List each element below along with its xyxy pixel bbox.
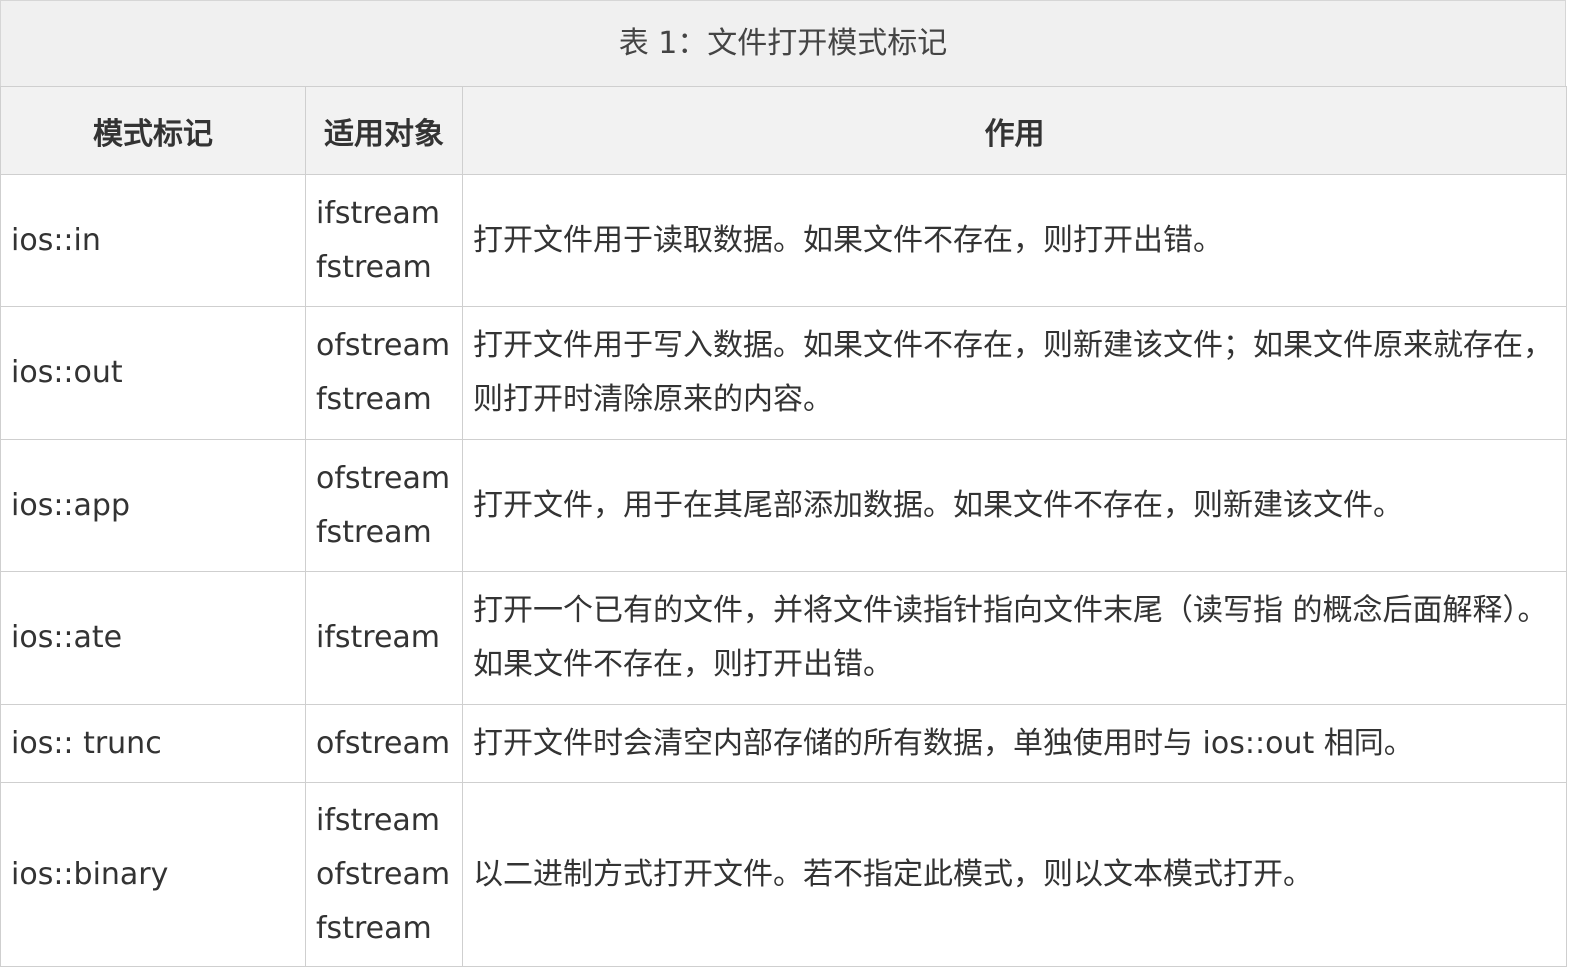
mode-cell: ios::app — [0, 439, 306, 572]
table-row: ios::in ifstream fstream 打开文件用于读取数据。如果文件… — [0, 174, 1567, 307]
table-row: ios::app ofstream fstream 打开文件，用于在其尾部添加数… — [0, 439, 1567, 572]
target-cell: ofstream fstream — [305, 439, 463, 572]
table-header-row: 模式标记 适用对象 作用 — [0, 86, 1567, 175]
header-effect: 作用 — [462, 86, 1567, 175]
target-item: ofstream — [316, 328, 451, 363]
mode-cell: ios::in — [0, 174, 306, 307]
file-open-mode-table: 模式标记 适用对象 作用 ios::in ifstream fstream 打开… — [0, 86, 1567, 967]
table-row: ios::ate ifstream 打开一个已有的文件，并将文件读指针指向文件末… — [0, 571, 1567, 705]
file-open-mode-table-container: 表 1：文件打开模式标记 模式标记 适用对象 作用 ios::in ifstre… — [0, 0, 1567, 967]
mode-cell: ios::out — [0, 306, 306, 440]
table-row: ios:: trunc ofstream 打开文件时会清空内部存储的所有数据，单… — [0, 704, 1567, 783]
target-cell: ifstream — [305, 571, 463, 705]
effect-cell: 以二进制方式打开文件。若不指定此模式，则以文本模式打开。 — [462, 782, 1567, 967]
effect-cell: 打开文件时会清空内部存储的所有数据，单独使用时与 ios::out 相同。 — [462, 704, 1567, 783]
target-cell: ofstream fstream — [305, 306, 463, 440]
effect-cell: 打开一个已有的文件，并将文件读指针指向文件末尾（读写指 的概念后面解释）。如果文… — [462, 571, 1567, 705]
target-item: fstream — [316, 910, 432, 946]
mode-cell: ios::ate — [0, 571, 306, 705]
target-item: ifstream — [316, 195, 441, 231]
target-item: fstream — [316, 514, 432, 550]
effect-cell: 打开文件，用于在其尾部添加数据。如果文件不存在，则新建该文件。 — [462, 439, 1567, 572]
target-item: ofstream — [316, 460, 451, 496]
target-item: ifstream — [316, 620, 441, 655]
header-mode: 模式标记 — [0, 86, 306, 175]
target-item: fstream — [316, 382, 432, 417]
target-item: ifstream — [316, 802, 441, 838]
header-target: 适用对象 — [305, 86, 463, 175]
target-cell: ifstream ofstream fstream — [305, 782, 463, 967]
target-item: ofstream — [316, 725, 451, 761]
target-item: ofstream — [316, 856, 451, 892]
target-cell: ofstream — [305, 704, 463, 783]
effect-cell: 打开文件用于读取数据。如果文件不存在，则打开出错。 — [462, 174, 1567, 307]
mode-cell: ios:: trunc — [0, 704, 306, 783]
table-row: ios::out ofstream fstream 打开文件用于写入数据。如果文… — [0, 306, 1567, 440]
target-cell: ifstream fstream — [305, 174, 463, 307]
table-caption: 表 1：文件打开模式标记 — [0, 0, 1566, 86]
table-row: ios::binary ifstream ofstream fstream 以二… — [0, 782, 1567, 967]
target-item: fstream — [316, 249, 432, 285]
mode-cell: ios::binary — [0, 782, 306, 967]
effect-cell: 打开文件用于写入数据。如果文件不存在，则新建该文件；如果文件原来就存在，则打开时… — [462, 306, 1567, 440]
